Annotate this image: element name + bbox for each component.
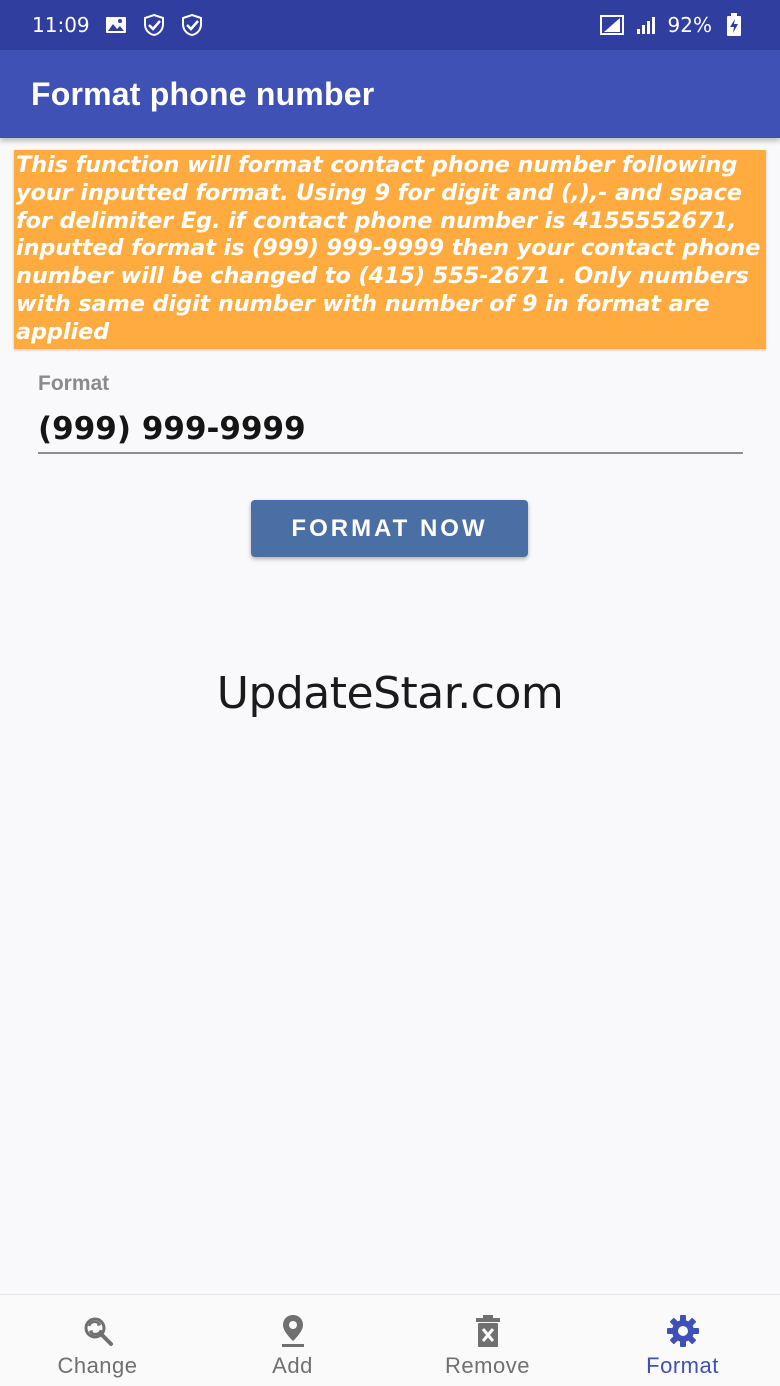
nav-item-remove[interactable]: Remove xyxy=(390,1295,585,1386)
battery-percent: 92% xyxy=(667,13,712,37)
nav-item-add[interactable]: Add xyxy=(195,1295,390,1386)
shield-check-icon xyxy=(142,13,166,37)
format-field-label: Format xyxy=(38,372,110,395)
signal-bars-icon xyxy=(634,13,658,37)
watermark: UpdateStar.com xyxy=(216,668,564,719)
shield-check-icon xyxy=(180,13,204,37)
page-title: Format phone number xyxy=(31,75,375,112)
info-banner: This function will format contact phone … xyxy=(14,150,766,349)
gear-icon xyxy=(665,1313,701,1349)
nav-label-remove: Remove xyxy=(445,1353,530,1378)
delete-icon xyxy=(470,1313,506,1349)
nav-label-add: Add xyxy=(272,1353,313,1378)
bottom-navigation: Change Add Remove Format xyxy=(0,1294,780,1386)
status-left: 11:09 xyxy=(32,13,204,37)
battery-charging-icon xyxy=(722,13,746,37)
nav-item-format[interactable]: Format xyxy=(585,1295,780,1386)
nav-item-change[interactable]: Change xyxy=(0,1295,195,1386)
info-text: This function will format contact phone … xyxy=(16,152,761,345)
format-input[interactable] xyxy=(38,406,743,454)
signal-wifi-icon xyxy=(599,13,624,37)
image-icon xyxy=(104,13,128,37)
search-refresh-icon xyxy=(80,1313,116,1349)
app-bar: Format phone number xyxy=(0,50,780,138)
nav-label-format: Format xyxy=(646,1353,719,1378)
status-right: 92% xyxy=(599,13,746,37)
location-pin-icon xyxy=(275,1313,311,1349)
nav-label-change: Change xyxy=(57,1353,138,1378)
status-bar: 11:09 92% xyxy=(0,0,780,50)
format-now-button[interactable]: FORMAT NOW xyxy=(251,500,528,557)
status-time: 11:09 xyxy=(32,13,90,37)
